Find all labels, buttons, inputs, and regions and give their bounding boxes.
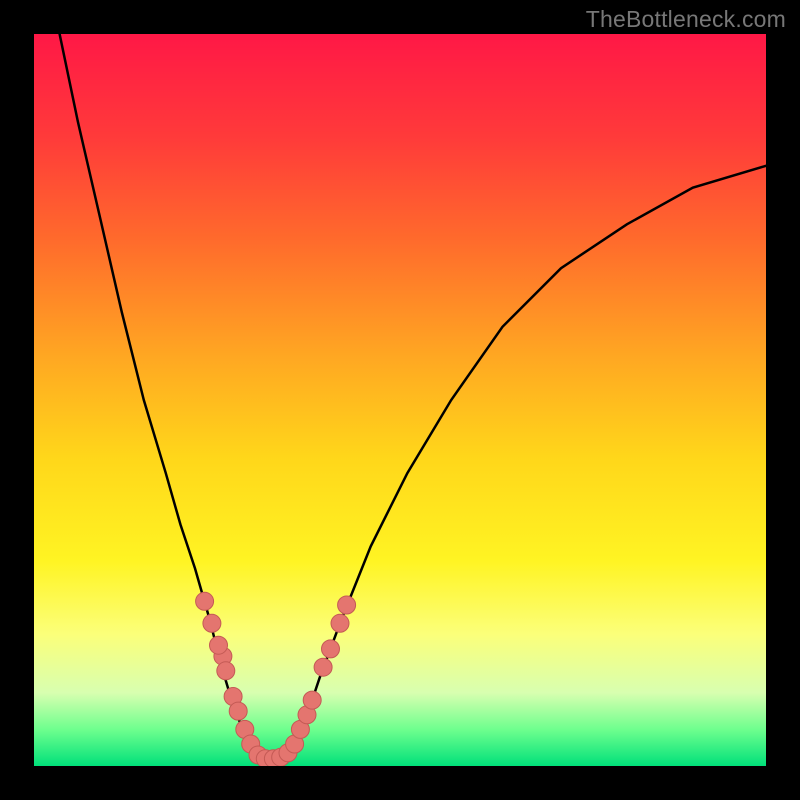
bottleneck-curve [60,34,766,762]
data-point [303,691,321,709]
chart-frame: TheBottleneck.com [0,0,800,800]
data-point [229,702,247,720]
data-point [217,662,235,680]
plot-area [34,34,766,766]
data-point [331,614,349,632]
chart-svg [34,34,766,766]
watermark-text: TheBottleneck.com [586,6,786,33]
data-point [203,614,221,632]
data-point [196,592,214,610]
data-point [314,658,332,676]
data-point [322,640,340,658]
data-point [210,636,228,654]
data-point [338,596,356,614]
